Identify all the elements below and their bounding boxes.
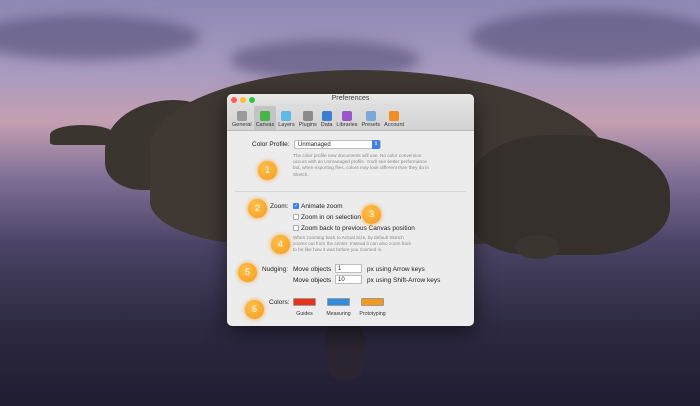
- help-line: to be like how it was before you zoomed …: [293, 247, 383, 253]
- data-icon: [321, 111, 332, 121]
- toolbar-item-label: Presets: [361, 122, 381, 128]
- chevron-updown-icon: ⇕: [372, 140, 380, 149]
- nudge-prefix: Move objects: [293, 277, 332, 284]
- zoom-selection-checkbox[interactable]: [293, 214, 299, 220]
- callout-badge-1: 1: [258, 161, 277, 180]
- color-profile-value: Unmanaged: [298, 142, 331, 148]
- island: [325, 320, 365, 380]
- callout-badge-5: 5: [238, 263, 257, 282]
- toolbar-item-label: Libraries: [336, 122, 358, 128]
- preferences-toolbar: General Canvas Layers Plugins Data Libraries P…: [227, 106, 474, 131]
- toolbar-item-canvas[interactable]: Canvas: [253, 106, 277, 130]
- nudging-label: Nudging:: [262, 266, 289, 273]
- title-bar: Preferences: [227, 94, 474, 106]
- toolbar-item-label: Plugins: [298, 122, 317, 128]
- toolbar-item-label: Data: [320, 122, 333, 128]
- plugins-icon: [302, 111, 313, 121]
- toolbar-item-account[interactable]: Account: [382, 106, 406, 130]
- nudge-small-input[interactable]: 1: [335, 264, 362, 273]
- layers-icon: [281, 111, 292, 121]
- zoom-label: Zoom:: [270, 203, 289, 210]
- nudge-suffix: px using Arrow keys: [367, 266, 425, 273]
- color-profile-select[interactable]: Unmanaged ⇕: [294, 140, 381, 149]
- nudge-suffix: px using Shift-Arrow keys: [367, 277, 441, 284]
- island: [470, 135, 670, 255]
- zoom-selection-label: Zoom in on selection: [301, 214, 361, 221]
- animate-zoom-label: Animate zoom: [301, 203, 343, 210]
- help-line: Sketch.: [293, 171, 309, 177]
- libraries-icon: [341, 111, 352, 121]
- nudge-large-input[interactable]: 10: [335, 275, 362, 284]
- nudge-prefix: Move objects: [293, 266, 332, 273]
- cloud: [470, 10, 700, 65]
- color-profile-help: The color profile new documents will use…: [293, 153, 429, 178]
- toolbar-item-label: Canvas: [255, 122, 275, 128]
- window-title: Preferences: [331, 95, 370, 102]
- canvas-preferences-panel: Color Profile: Unmanaged ⇕ The color pro…: [227, 131, 474, 326]
- callout-badge-6: 6: [245, 300, 264, 319]
- color-profile-label: Color Profile:: [252, 141, 290, 148]
- colors-label: Colors:: [269, 299, 290, 306]
- help-line: but, when exporting files, colors may lo…: [293, 165, 429, 171]
- toolbar-item-plugins[interactable]: Plugins: [297, 106, 319, 130]
- callout-badge-3: 3: [362, 205, 381, 224]
- callout-badge-2: 2: [248, 199, 267, 218]
- toolbar-item-general[interactable]: General: [230, 106, 254, 130]
- toolbar-item-layers[interactable]: Layers: [276, 106, 297, 130]
- zoom-help: When zooming back to Actual Size, by def…: [293, 235, 412, 254]
- zoom-back-label: Zoom back to previous Canvas position: [301, 225, 415, 232]
- cloud: [0, 15, 200, 60]
- divider: [235, 191, 466, 192]
- toolbar-item-presets[interactable]: Presets: [360, 106, 383, 130]
- account-icon: [389, 111, 400, 121]
- prototyping-color-swatch[interactable]: [361, 298, 384, 306]
- guides-color-swatch[interactable]: [293, 298, 316, 306]
- prototyping-label: Prototyping: [359, 311, 386, 317]
- canvas-icon: [259, 111, 270, 121]
- callout-badge-4: 4: [271, 235, 290, 254]
- island: [515, 235, 560, 259]
- measuring-color-swatch[interactable]: [327, 298, 350, 306]
- zoom-back-checkbox[interactable]: [293, 225, 299, 231]
- presets-icon: [365, 111, 376, 121]
- toolbar-item-label: General: [232, 122, 252, 128]
- toolbar-item-data[interactable]: Data: [319, 106, 335, 130]
- measuring-label: Measuring: [326, 311, 351, 317]
- animate-zoom-checkbox[interactable]: ✓: [293, 203, 299, 209]
- toolbar-item-libraries[interactable]: Libraries: [334, 106, 359, 130]
- general-icon: [236, 111, 247, 121]
- toolbar-item-label: Layers: [278, 122, 295, 128]
- guides-label: Guides: [296, 311, 313, 317]
- toolbar-item-label: Account: [384, 122, 405, 128]
